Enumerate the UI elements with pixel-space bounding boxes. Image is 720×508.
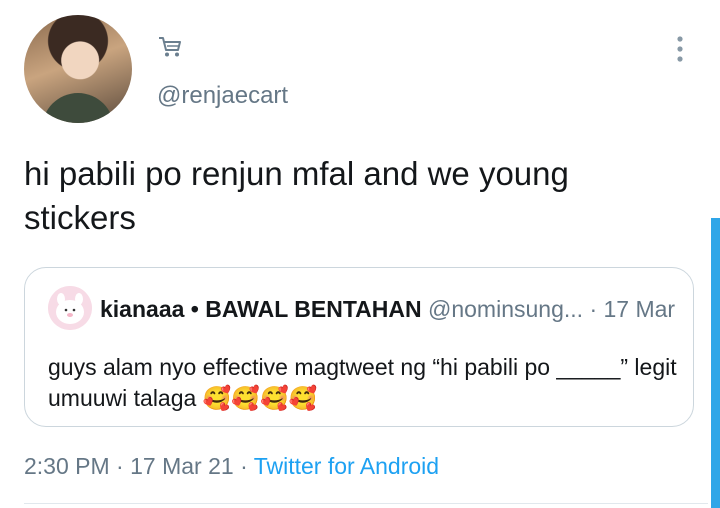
- quoted-separator: ·: [589, 296, 598, 322]
- quoted-tweet-text: guys alam nyo effective magtweet ng “hi …: [48, 354, 677, 411]
- tweet-date[interactable]: 17 Mar 21: [130, 453, 234, 479]
- quoted-author-name[interactable]: kianaaa • BAWAL BENTAHAN: [100, 296, 422, 322]
- meta-separator: ·: [240, 453, 248, 479]
- tweet-time[interactable]: 2:30 PM: [24, 453, 110, 479]
- more-vertical-icon[interactable]: [674, 36, 686, 62]
- author-handle[interactable]: @renjaecart: [157, 82, 288, 110]
- tweet-source[interactable]: Twitter for Android: [254, 453, 439, 479]
- shopping-cart-icon: [159, 37, 181, 57]
- meta-separator: ·: [116, 453, 124, 479]
- divider: [24, 503, 708, 504]
- scrollbar[interactable]: [711, 218, 720, 508]
- quoted-author-avatar[interactable]: [48, 286, 92, 330]
- quoted-date[interactable]: 17 Mar: [604, 296, 676, 322]
- avatar-shirt: [42, 93, 114, 123]
- quoted-tweet-header: kianaaa • BAWAL BENTAHAN @nominsung... ·…: [100, 296, 675, 323]
- quoted-author-handle[interactable]: @nominsung...: [428, 296, 583, 322]
- author-avatar[interactable]: [24, 15, 132, 123]
- tweet-meta: 2:30 PM · 17 Mar 21 · Twitter for Androi…: [24, 453, 439, 480]
- tweet-text: hi pabili po renjun mfal and we young st…: [24, 155, 569, 236]
